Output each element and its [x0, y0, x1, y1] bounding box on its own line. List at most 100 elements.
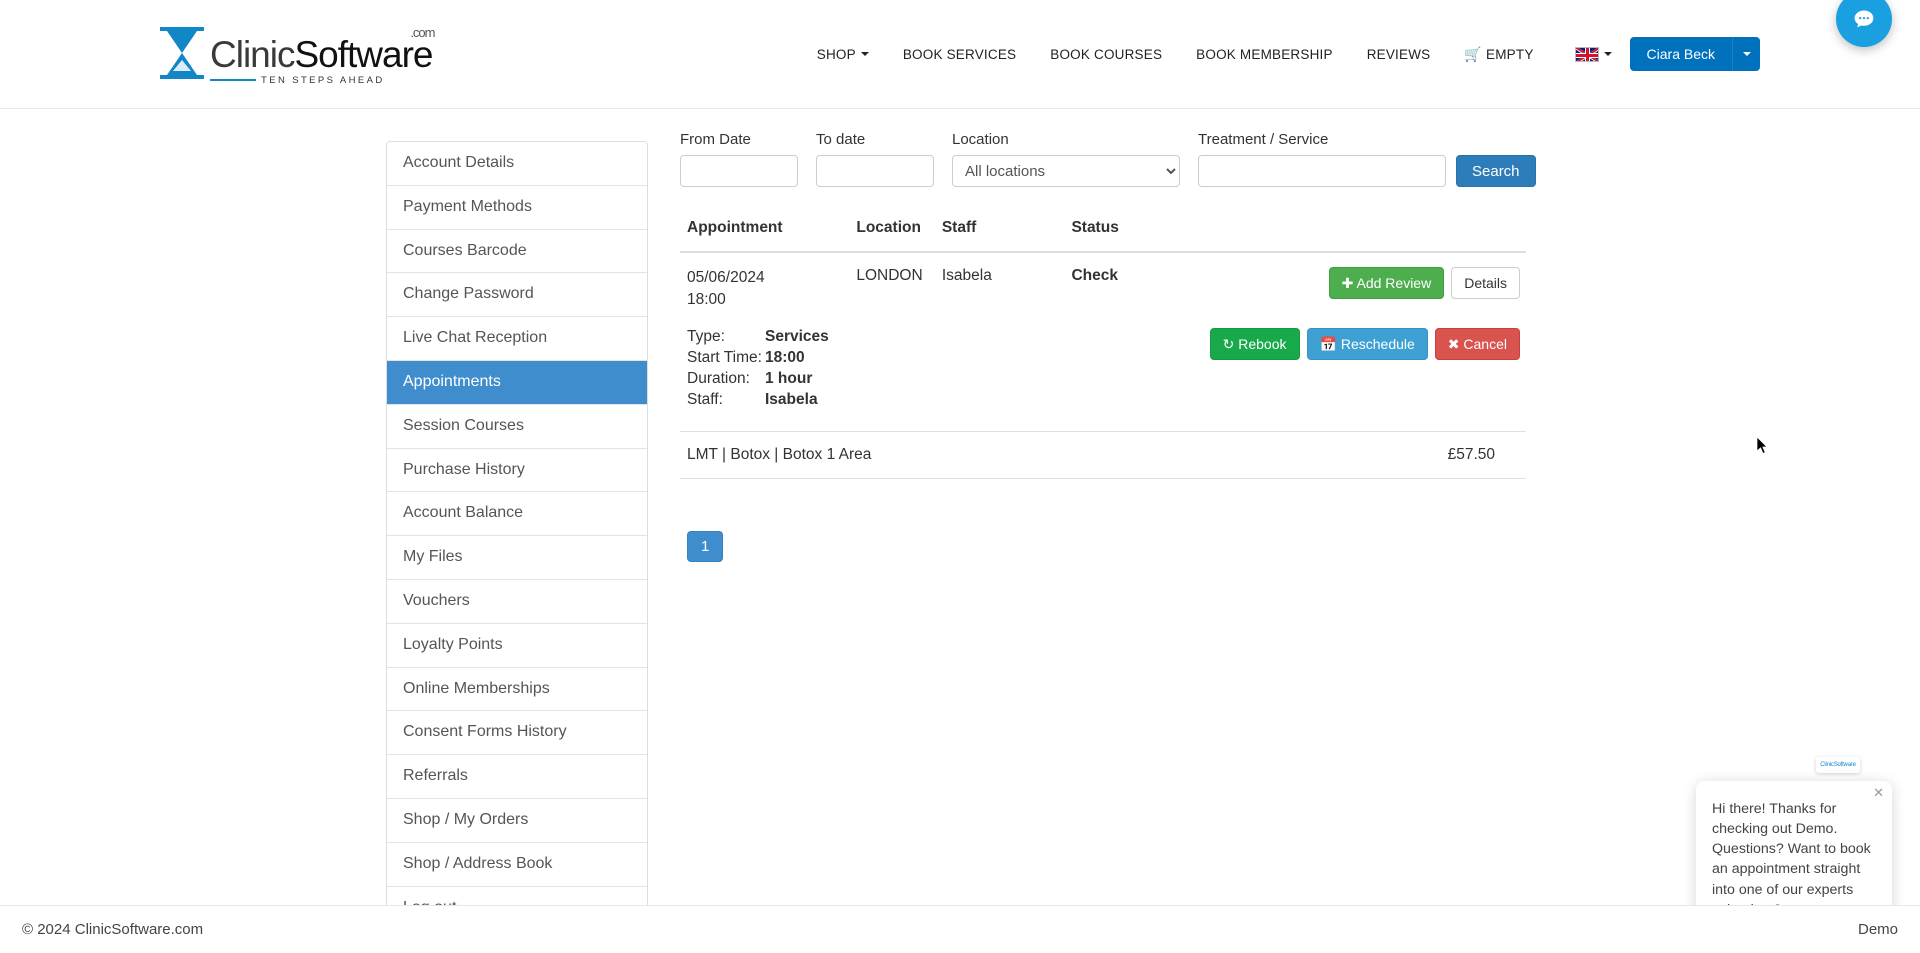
- refresh-icon: ↻: [1222, 335, 1235, 352]
- rebook-label: Rebook: [1238, 335, 1287, 352]
- appointment-detail-row: Type: Services Start Time: 18:00 Duratio…: [680, 312, 1526, 409]
- pagination-page-1[interactable]: 1: [687, 530, 724, 562]
- location-select[interactable]: All locations: [952, 155, 1180, 187]
- sidebar-item-referrals[interactable]: Referrals: [387, 755, 647, 799]
- x-icon: ✖: [1447, 335, 1460, 352]
- column-header-appointment: Appointment: [680, 219, 857, 253]
- cart-label: EMPTY: [1486, 46, 1534, 62]
- chat-brand-logo: ClinicSoftware: [1816, 757, 1860, 773]
- close-icon[interactable]: ✕: [1873, 786, 1884, 799]
- appointment-time: 18:00: [687, 291, 726, 309]
- account-sidebar: Account Details Payment Methods Courses …: [386, 141, 648, 931]
- cell-appointment-datetime: 05/06/2024 18:00: [680, 252, 856, 312]
- sidebar-item-courses-barcode[interactable]: Courses Barcode: [387, 229, 647, 274]
- logo-word-clinic: Clinic: [210, 33, 295, 75]
- sidebar-item-purchase-history[interactable]: Purchase History: [387, 448, 647, 493]
- cell-staff: Isabela: [941, 267, 992, 284]
- service-price: £57.50: [1447, 445, 1495, 463]
- logo-text: ClinicSoftware .com TEN STEPS AHEAD: [210, 23, 435, 86]
- from-date-label: From Date: [680, 131, 751, 148]
- plus-icon: ✚: [1341, 275, 1354, 291]
- treatment-label: Treatment / Service: [1198, 131, 1329, 148]
- rebook-button[interactable]: ↻ Rebook: [1209, 327, 1300, 361]
- sidebar-item-session-courses[interactable]: Session Courses: [387, 404, 647, 449]
- sidebar-item-vouchers[interactable]: Vouchers: [387, 579, 647, 624]
- detail-label-type: Type:: [687, 327, 725, 345]
- nav-label-shop: SHOP: [816, 46, 856, 62]
- add-review-button[interactable]: ✚ Add Review: [1328, 267, 1445, 300]
- hourglass-logo-icon: [160, 26, 204, 79]
- appointment-date: 05/06/2024: [687, 269, 765, 286]
- sidebar-item-account-balance[interactable]: Account Balance: [387, 492, 647, 537]
- appointments-table: Appointment Location Staff Status 05/06/…: [680, 219, 1526, 409]
- nav-item-book-membership[interactable]: BOOK MEMBERSHIP: [1179, 0, 1350, 108]
- sidebar-item-consent-forms-history[interactable]: Consent Forms History: [387, 711, 647, 756]
- search-button[interactable]: Search: [1456, 155, 1536, 187]
- detail-value-start-time: 18:00: [765, 348, 805, 366]
- cell-location: LONDON: [856, 267, 923, 284]
- logo-tagline: TEN STEPS AHEAD: [210, 75, 432, 86]
- user-menu: Ciara Beck: [1629, 37, 1760, 71]
- from-date-input[interactable]: [680, 155, 798, 187]
- chat-icon: [1854, 10, 1874, 28]
- to-date-group: To date: [816, 131, 934, 187]
- from-date-group: From Date: [680, 131, 798, 187]
- sidebar-item-online-memberships[interactable]: Online Memberships: [387, 667, 647, 712]
- sidebar-item-account-details[interactable]: Account Details: [387, 142, 647, 186]
- nav-item-reviews[interactable]: REVIEWS: [1350, 0, 1448, 108]
- sidebar-item-payment-methods[interactable]: Payment Methods: [387, 185, 647, 230]
- chevron-down-icon: [1603, 52, 1612, 56]
- reschedule-button[interactable]: 📅 Reschedule: [1306, 327, 1428, 361]
- language-selector[interactable]: [1551, 46, 1626, 62]
- cancel-label: Cancel: [1463, 335, 1507, 352]
- detail-label-start-time: Start Time:: [687, 348, 762, 366]
- cart-icon: 🛒: [1464, 45, 1483, 62]
- main-navigation: SHOP BOOK SERVICES BOOK COURSES BOOK MEM…: [800, 0, 1920, 108]
- cell-row-actions: ✚ Add Review Details: [1210, 252, 1526, 312]
- location-label: Location: [952, 131, 1009, 148]
- sidebar-item-shop-my-orders[interactable]: Shop / My Orders: [387, 798, 647, 843]
- details-button[interactable]: Details: [1451, 267, 1520, 300]
- cancel-button[interactable]: ✖ Cancel: [1434, 327, 1520, 361]
- appointment-detail-info: Type: Services Start Time: 18:00 Duratio…: [680, 312, 1210, 409]
- column-header-actions: [1209, 219, 1526, 253]
- nav-item-cart[interactable]: 🛒 EMPTY: [1447, 0, 1550, 108]
- to-date-label: To date: [816, 131, 866, 148]
- chevron-down-icon: [1742, 52, 1751, 56]
- treatment-input[interactable]: [1198, 155, 1446, 187]
- to-date-input[interactable]: [816, 155, 934, 187]
- logo-dotcom: .com: [410, 24, 435, 40]
- appointment-detail-actions: ↻ Rebook 📅 Reschedule ✖ Cancel: [1209, 312, 1526, 409]
- sidebar-item-my-files[interactable]: My Files: [387, 536, 647, 580]
- detail-value-type: Services: [765, 327, 829, 345]
- site-logo[interactable]: ClinicSoftware .com TEN STEPS AHEAD: [160, 23, 435, 86]
- column-header-status: Status: [1071, 219, 1210, 253]
- table-header-row: Appointment Location Staff Status: [680, 219, 1526, 253]
- detail-label-duration: Duration:: [687, 369, 750, 387]
- sidebar-item-change-password[interactable]: Change Password: [387, 273, 647, 318]
- sidebar-item-shop-address-book[interactable]: Shop / Address Book: [387, 842, 647, 887]
- sidebar-item-live-chat-reception[interactable]: Live Chat Reception: [387, 317, 647, 361]
- sidebar-item-appointments[interactable]: Appointments: [387, 360, 647, 405]
- nav-item-book-services[interactable]: BOOK SERVICES: [886, 0, 1033, 108]
- sidebar-item-loyalty-points[interactable]: Loyalty Points: [387, 623, 647, 668]
- calendar-icon: 📅: [1319, 335, 1337, 352]
- service-name: LMT | Botox | Botox 1 Area: [687, 445, 872, 463]
- appointment-filters: From Date To date Location All locations…: [680, 131, 1536, 187]
- site-header: ClinicSoftware .com TEN STEPS AHEAD SHOP…: [0, 0, 1920, 109]
- table-head: Appointment Location Staff Status: [680, 219, 1526, 253]
- user-dropdown-toggle[interactable]: [1732, 37, 1760, 71]
- user-name-button[interactable]: Ciara Beck: [1629, 37, 1732, 71]
- add-review-label: Add Review: [1356, 275, 1432, 291]
- logo-word-software: Software: [294, 33, 433, 75]
- column-header-location: Location: [856, 219, 942, 253]
- table-row: 05/06/2024 18:00 LONDON Isabela Check ✚ …: [680, 252, 1526, 312]
- nav-item-book-courses[interactable]: BOOK COURSES: [1033, 0, 1179, 108]
- detail-value-staff: Isabela: [765, 390, 818, 408]
- uk-flag-icon: [1574, 46, 1599, 62]
- table-body: 05/06/2024 18:00 LONDON Isabela Check ✚ …: [680, 252, 1526, 409]
- nav-item-shop[interactable]: SHOP: [800, 0, 886, 108]
- column-header-staff: Staff: [941, 219, 1072, 253]
- footer-copyright: © 2024 ClinicSoftware.com: [22, 921, 204, 938]
- location-group: Location All locations: [952, 131, 1180, 187]
